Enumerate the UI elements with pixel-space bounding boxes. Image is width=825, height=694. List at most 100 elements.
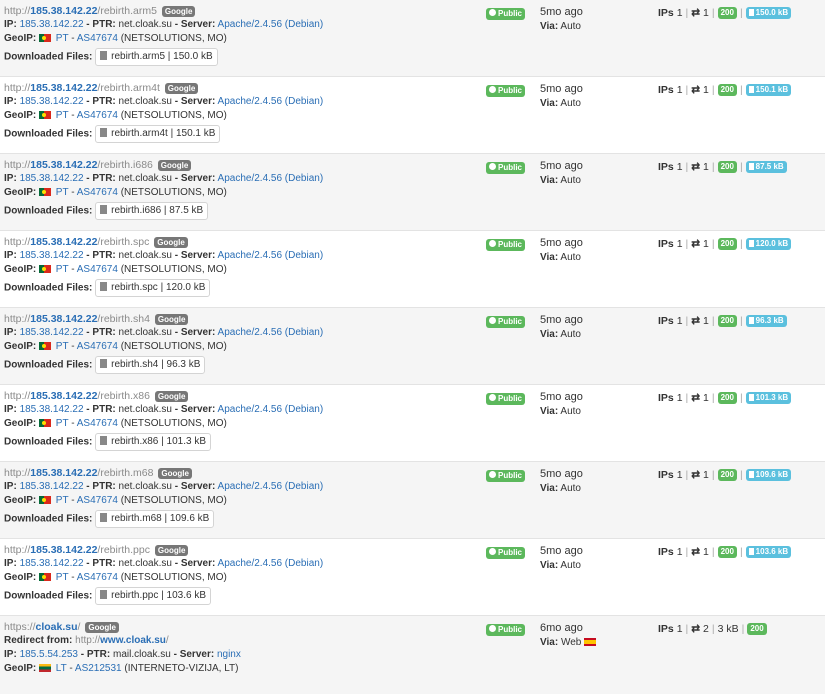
connection-count: 1 [703, 7, 709, 19]
scan-age[interactable]: 5mo ago [540, 391, 583, 403]
server-link[interactable]: Apache/2.4.56 (Debian) [218, 327, 324, 338]
country-link[interactable]: PT [56, 418, 69, 429]
public-badge: Public [486, 624, 526, 636]
downloaded-files-label: Downloaded Files: [4, 205, 93, 217]
url-link[interactable]: http://185.38.142.22/rebirth.m68 [4, 467, 153, 479]
google-badge[interactable]: Google [154, 390, 189, 402]
google-badge[interactable]: Google [158, 467, 192, 479]
google-badge[interactable]: Google [157, 159, 192, 171]
country-link[interactable]: PT [56, 495, 69, 506]
ip-link[interactable]: 185.38.142.22 [20, 404, 84, 415]
eye-icon [489, 548, 496, 556]
ip-link[interactable]: 185.38.142.22 [20, 96, 84, 107]
url-path: /rebirth.i686 [97, 159, 153, 171]
ip-link[interactable]: 185.38.142.22 [20, 327, 84, 338]
scan-age[interactable]: 5mo ago [540, 545, 583, 557]
url-link[interactable]: http://185.38.142.22/rebirth.i686 [4, 159, 153, 171]
transfer-icon: ⇄ [691, 392, 701, 404]
dash-separator: - [86, 404, 90, 415]
status-code-badge: 200 [717, 7, 737, 20]
asn-link[interactable]: AS212531 [75, 663, 122, 674]
size-value: 101.3 kB [755, 393, 789, 403]
redirect-link[interactable]: http://www.cloak.su/ [75, 635, 169, 646]
url-scheme: https:// [4, 621, 36, 633]
server-link[interactable]: Apache/2.4.56 (Debian) [218, 558, 324, 569]
url-link[interactable]: http://185.38.142.22/rebirth.x86 [4, 390, 150, 402]
scan-age[interactable]: 5mo ago [540, 314, 583, 326]
size-value: 87.5 kB [755, 162, 784, 172]
scan-result-list: http://185.38.142.22/rebirth.arm5 Google… [0, 0, 825, 694]
google-badge[interactable]: Google [154, 236, 188, 248]
scan-age[interactable]: 5mo ago [540, 237, 583, 249]
country-link[interactable]: PT [56, 110, 69, 121]
scan-age[interactable]: 5mo ago [540, 6, 583, 18]
lithuania-flag-icon [39, 663, 52, 672]
downloaded-file-chip[interactable]: rebirth.m68 | 109.6 kB [95, 510, 215, 528]
public-badge: Public [486, 162, 526, 174]
asn-link[interactable]: AS47674 [77, 33, 118, 44]
url-link[interactable]: http://185.38.142.22/rebirth.ppc [4, 544, 150, 556]
server-link[interactable]: nginx [217, 649, 241, 660]
google-badge[interactable]: Google [154, 313, 189, 325]
result-row: http://185.38.142.22/rebirth.ppc Google … [0, 539, 825, 616]
server-link[interactable]: Apache/2.4.56 (Debian) [218, 19, 324, 30]
ip-link[interactable]: 185.38.142.22 [20, 558, 84, 569]
dash-separator: - [174, 481, 179, 492]
downloaded-file-chip[interactable]: rebirth.sh4 | 96.3 kB [95, 356, 206, 374]
asn-link[interactable]: AS47674 [77, 495, 118, 506]
via-value: Auto [560, 98, 581, 109]
ip-link[interactable]: 185.38.142.22 [20, 481, 84, 492]
stats-line: IPs 1 | ⇄ 1 | 200 | 96.3 kB [658, 314, 787, 328]
asn-link[interactable]: AS47674 [77, 187, 118, 198]
scan-age[interactable]: 5mo ago [540, 468, 583, 480]
via-line: Via: Auto [540, 483, 581, 494]
ip-link[interactable]: 185.38.142.22 [20, 19, 84, 30]
country-link[interactable]: PT [56, 33, 69, 44]
ip-link[interactable]: 185.5.54.253 [20, 649, 78, 660]
ptr-label: PTR: [86, 649, 111, 660]
google-badge[interactable]: Google [161, 5, 196, 17]
scan-age[interactable]: 5mo ago [540, 160, 583, 172]
country-link[interactable]: PT [56, 341, 69, 352]
downloaded-file-chip[interactable]: rebirth.ppc | 103.6 kB [95, 587, 211, 605]
asn-link[interactable]: AS47674 [77, 264, 118, 275]
public-badge-label: Public [498, 240, 523, 249]
via-label: Via: [540, 483, 559, 494]
downloaded-file-chip[interactable]: rebirth.spc | 120.0 kB [95, 279, 211, 297]
server-link[interactable]: Apache/2.4.56 (Debian) [218, 96, 324, 107]
url-link[interactable]: http://185.38.142.22/rebirth.arm4t [4, 82, 160, 94]
google-badge[interactable]: Google [164, 82, 199, 94]
server-link[interactable]: Apache/2.4.56 (Debian) [218, 173, 324, 184]
server-link[interactable]: Apache/2.4.56 (Debian) [218, 404, 324, 415]
country-link[interactable]: PT [56, 572, 69, 583]
via-value: Auto [560, 483, 581, 494]
pipe-separator: | [711, 546, 715, 558]
server-link[interactable]: Apache/2.4.56 (Debian) [218, 481, 324, 492]
google-badge[interactable]: Google [154, 544, 189, 556]
asn-link[interactable]: AS47674 [77, 418, 118, 429]
eye-icon [489, 625, 496, 633]
google-badge[interactable]: Google [85, 621, 119, 633]
asn-link[interactable]: AS47674 [77, 341, 118, 352]
server-link[interactable]: Apache/2.4.56 (Debian) [218, 250, 324, 261]
ip-link[interactable]: 185.38.142.22 [20, 173, 84, 184]
redirect-line: Redirect from: http://www.cloak.su/ [4, 634, 825, 648]
scan-age[interactable]: 5mo ago [540, 83, 583, 95]
downloaded-file-chip[interactable]: rebirth.i686 | 87.5 kB [95, 202, 209, 220]
downloaded-file-chip[interactable]: rebirth.x86 | 101.3 kB [95, 433, 211, 451]
scan-age[interactable]: 6mo ago [540, 622, 583, 634]
url-link[interactable]: http://185.38.142.22/rebirth.spc [4, 236, 149, 248]
file-name-size: rebirth.x86 | 101.3 kB [111, 436, 206, 447]
ip-link[interactable]: 185.38.142.22 [20, 250, 84, 261]
downloaded-file-chip[interactable]: rebirth.arm5 | 150.0 kB [95, 48, 218, 66]
country-link[interactable]: PT [56, 187, 69, 198]
url-link[interactable]: http://185.38.142.22/rebirth.arm5 [4, 5, 157, 17]
asn-link[interactable]: AS47674 [77, 572, 118, 583]
country-link[interactable]: PT [56, 264, 69, 275]
url-link[interactable]: http://185.38.142.22/rebirth.sh4 [4, 313, 150, 325]
country-link[interactable]: LT [56, 663, 67, 674]
ip-label: IP: [4, 404, 17, 415]
downloaded-file-chip[interactable]: rebirth.arm4t | 150.1 kB [95, 125, 221, 143]
asn-link[interactable]: AS47674 [77, 110, 118, 121]
url-link[interactable]: https://cloak.su/ [4, 621, 80, 633]
